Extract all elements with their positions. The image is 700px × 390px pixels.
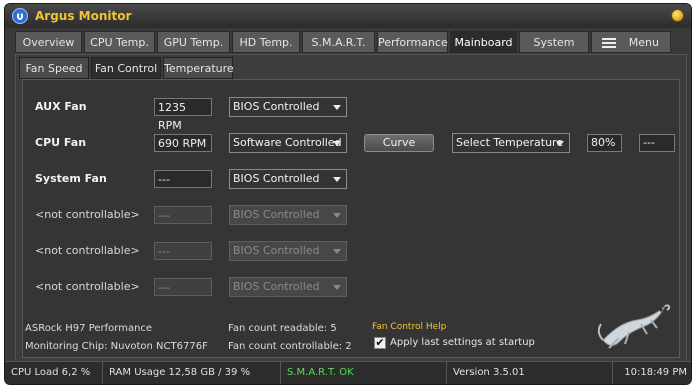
- subtab-temperature[interactable]: Temperature: [163, 57, 234, 79]
- fan-label-not-controllable: <not controllable>: [35, 208, 140, 221]
- status-version: Version 3.5.01: [447, 362, 613, 384]
- tab-menu[interactable]: Menu: [591, 31, 671, 53]
- status-bar: CPU Load 6,2 % RAM Usage 12,58 GB / 39 %…: [5, 361, 691, 384]
- fan-mode-select-disabled: BIOS Controlled: [229, 241, 347, 261]
- fan-control-content: AUX Fan 1235 RPM BIOS Controlled CPU Fan…: [22, 79, 680, 358]
- curve-button[interactable]: Curve: [364, 134, 434, 152]
- fan-rpm-system: ---: [154, 170, 212, 188]
- chevron-down-icon: [333, 141, 341, 146]
- fan-count-readable: Fan count readable: 5: [228, 323, 337, 334]
- fan-label-aux: AUX Fan: [35, 100, 87, 113]
- tab-mainboard[interactable]: Mainboard: [450, 31, 517, 53]
- tab-cpu-temp[interactable]: CPU Temp.: [84, 31, 155, 53]
- fan-rpm-disabled: ---: [154, 206, 212, 224]
- tab-label: Mainboard: [454, 36, 513, 49]
- fan-label-not-controllable: <not controllable>: [35, 280, 140, 293]
- title-bar: Argus Monitor: [5, 4, 691, 28]
- fan-mode-value: Software Controlled: [233, 136, 342, 149]
- fan-label-system: System Fan: [35, 172, 107, 185]
- fan-extra-field: ---: [639, 134, 675, 152]
- tab-label: S.M.A.R.T.: [311, 36, 366, 49]
- temperature-source-value: Select Temperature: [456, 136, 564, 149]
- subtab-label: Temperature: [164, 62, 234, 75]
- tab-performance[interactable]: Performance: [377, 31, 448, 53]
- close-icon[interactable]: [671, 9, 684, 22]
- fan-rpm-aux: 1235 RPM: [154, 98, 212, 132]
- chevron-down-icon: [333, 285, 341, 290]
- chevron-down-icon: [333, 213, 341, 218]
- window-title: Argus Monitor: [35, 9, 132, 23]
- fan-mode-value: BIOS Controlled: [233, 280, 320, 293]
- status-smart: S.M.A.R.T. OK: [281, 362, 447, 384]
- chevron-down-icon: [333, 249, 341, 254]
- app-window: Argus Monitor Overview CPU Temp. GPU Tem…: [4, 3, 692, 385]
- subtab-label: Fan Control: [94, 62, 158, 75]
- fan-label-cpu: CPU Fan: [35, 136, 87, 149]
- mainboard-panel: Fan Speed Fan Control Temperature AUX Fa…: [15, 54, 687, 363]
- fan-mode-select-disabled: BIOS Controlled: [229, 277, 347, 297]
- fan-control-help-link[interactable]: Fan Control Help: [372, 322, 446, 332]
- fan-mode-value: BIOS Controlled: [233, 172, 320, 185]
- apply-at-startup-label: Apply last settings at startup: [390, 337, 535, 348]
- fan-rpm-cpu: 690 RPM: [154, 134, 212, 152]
- status-cpu-load: CPU Load 6,2 %: [5, 362, 103, 384]
- subtab-label: Fan Speed: [25, 62, 83, 75]
- temperature-source-select[interactable]: Select Temperature: [452, 133, 570, 153]
- tab-gpu-temp[interactable]: GPU Temp.: [157, 31, 230, 53]
- tab-label: Overview: [22, 36, 75, 49]
- fan-count-controllable: Fan count controllable: 2: [228, 341, 352, 352]
- fan-rpm-disabled: ---: [154, 242, 212, 260]
- hamburger-menu-icon: [602, 38, 616, 48]
- subtab-fan-control[interactable]: Fan Control: [91, 57, 161, 79]
- fan-mode-value: BIOS Controlled: [233, 208, 320, 221]
- tab-overview[interactable]: Overview: [15, 31, 82, 53]
- chevron-down-icon: [333, 177, 341, 182]
- fan-mode-select-aux[interactable]: BIOS Controlled: [229, 97, 347, 117]
- status-ram-usage: RAM Usage 12,58 GB / 39 %: [103, 362, 281, 384]
- tab-label: Menu: [628, 36, 659, 49]
- gecko-logo: [597, 304, 671, 349]
- tab-system[interactable]: System: [519, 31, 589, 53]
- apply-at-startup-checkbox[interactable]: ✔: [374, 337, 386, 349]
- fan-mode-select-disabled: BIOS Controlled: [229, 205, 347, 225]
- chevron-down-icon: [333, 105, 341, 110]
- tab-label: Performance: [378, 36, 448, 49]
- fan-percent-field[interactable]: 80%: [587, 134, 622, 152]
- board-name: ASRock H97 Performance: [25, 323, 153, 334]
- chevron-down-icon: [556, 141, 564, 146]
- fan-mode-select-cpu[interactable]: Software Controlled: [229, 133, 347, 153]
- tab-label: GPU Temp.: [163, 36, 224, 49]
- tab-smart[interactable]: S.M.A.R.T.: [302, 31, 375, 53]
- fan-mode-value: BIOS Controlled: [233, 244, 320, 257]
- argus-logo-icon: [12, 8, 28, 24]
- monitoring-chip: Monitoring Chip: Nuvoton NCT6776F: [25, 341, 208, 352]
- subtab-fan-speed[interactable]: Fan Speed: [19, 57, 89, 79]
- fan-label-not-controllable: <not controllable>: [35, 244, 140, 257]
- fan-mode-select-system[interactable]: BIOS Controlled: [229, 169, 347, 189]
- tab-label: CPU Temp.: [90, 36, 149, 49]
- tab-label: System: [533, 36, 575, 49]
- fan-mode-value: BIOS Controlled: [233, 100, 320, 113]
- tab-label: HD Temp.: [239, 36, 293, 49]
- status-time: 10:18:49 PM: [624, 367, 687, 378]
- fan-rpm-disabled: ---: [154, 278, 212, 296]
- tab-hd-temp[interactable]: HD Temp.: [232, 31, 300, 53]
